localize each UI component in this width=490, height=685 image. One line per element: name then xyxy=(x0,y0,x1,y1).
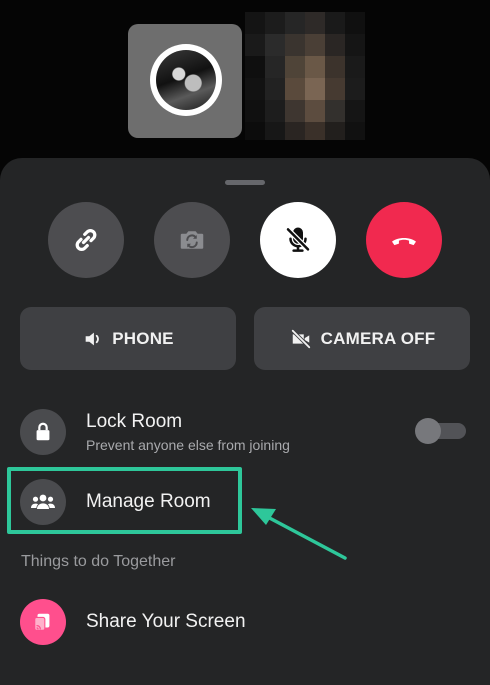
speaker-icon xyxy=(85,332,100,345)
video-pixel xyxy=(325,100,345,122)
screen-share-icon xyxy=(34,613,50,631)
video-pixel xyxy=(245,12,265,34)
video-pixel xyxy=(285,56,305,78)
link-icon xyxy=(75,228,97,252)
camera-toggle-button[interactable]: CAMERA OFF xyxy=(254,307,470,370)
video-pixel xyxy=(265,56,285,78)
call-controls-sheet: PHONE CAMERA OFF Lock Room Prevent anyon… xyxy=(0,158,490,685)
video-pixel xyxy=(345,122,365,140)
video-pixel xyxy=(305,56,325,78)
copy-link-button[interactable] xyxy=(48,202,124,278)
video-pixel xyxy=(245,100,265,122)
audio-output-button[interactable]: PHONE xyxy=(20,307,236,370)
lock-room-toggle-knob[interactable] xyxy=(415,418,441,444)
remote-video-tile[interactable] xyxy=(245,12,365,140)
video-pixel xyxy=(305,122,325,140)
camera-flip-icon xyxy=(180,231,204,249)
video-pixel xyxy=(345,78,365,100)
lock-room-subtitle: Prevent anyone else from joining xyxy=(86,437,290,453)
video-pixel xyxy=(325,122,345,140)
video-pixel xyxy=(245,56,265,78)
end-call-icon xyxy=(392,238,416,246)
flip-camera-button[interactable] xyxy=(154,202,230,278)
video-pixel xyxy=(285,34,305,56)
highlight-box xyxy=(7,467,242,534)
avatar xyxy=(150,44,222,116)
audio-output-label: PHONE xyxy=(112,328,174,348)
lock-room-icon-button xyxy=(20,409,66,455)
video-pixel xyxy=(245,78,265,100)
video-call-screen: PHONE CAMERA OFF Lock Room Prevent anyon… xyxy=(0,0,490,685)
video-pixel xyxy=(285,122,305,140)
video-pixel xyxy=(325,56,345,78)
video-pixel xyxy=(305,12,325,34)
video-pixel xyxy=(265,100,285,122)
video-pixel xyxy=(345,100,365,122)
video-pixel xyxy=(285,100,305,122)
video-pixel xyxy=(345,34,365,56)
lock-room-title: Lock Room xyxy=(86,411,183,432)
video-pixel xyxy=(325,34,345,56)
video-pixel xyxy=(305,34,325,56)
video-pixel xyxy=(345,12,365,34)
avatar-photo xyxy=(156,50,216,110)
video-pixel xyxy=(285,78,305,100)
sheet-drag-handle[interactable] xyxy=(225,180,265,185)
video-pixel xyxy=(245,34,265,56)
video-pixel xyxy=(305,100,325,122)
video-pixel xyxy=(265,12,285,34)
mute-microphone-button[interactable] xyxy=(260,202,336,278)
end-call-button[interactable] xyxy=(366,202,442,278)
share-screen-icon-button[interactable] xyxy=(20,599,66,645)
video-pixel xyxy=(325,12,345,34)
lock-icon xyxy=(36,422,50,441)
video-pixel xyxy=(325,78,345,100)
section-heading: Things to do Together xyxy=(21,553,176,570)
camera-off-icon xyxy=(291,328,311,349)
video-pixel xyxy=(345,56,365,78)
video-pixel xyxy=(285,12,305,34)
video-pixel xyxy=(265,122,285,140)
mic-off-icon xyxy=(285,226,311,252)
video-pixel xyxy=(265,78,285,100)
video-pixel xyxy=(265,34,285,56)
share-screen-title[interactable]: Share Your Screen xyxy=(86,611,246,633)
video-pixel xyxy=(245,122,265,140)
self-video-tile[interactable] xyxy=(128,24,242,138)
video-pixel xyxy=(305,78,325,100)
camera-toggle-label: CAMERA OFF xyxy=(320,328,436,348)
